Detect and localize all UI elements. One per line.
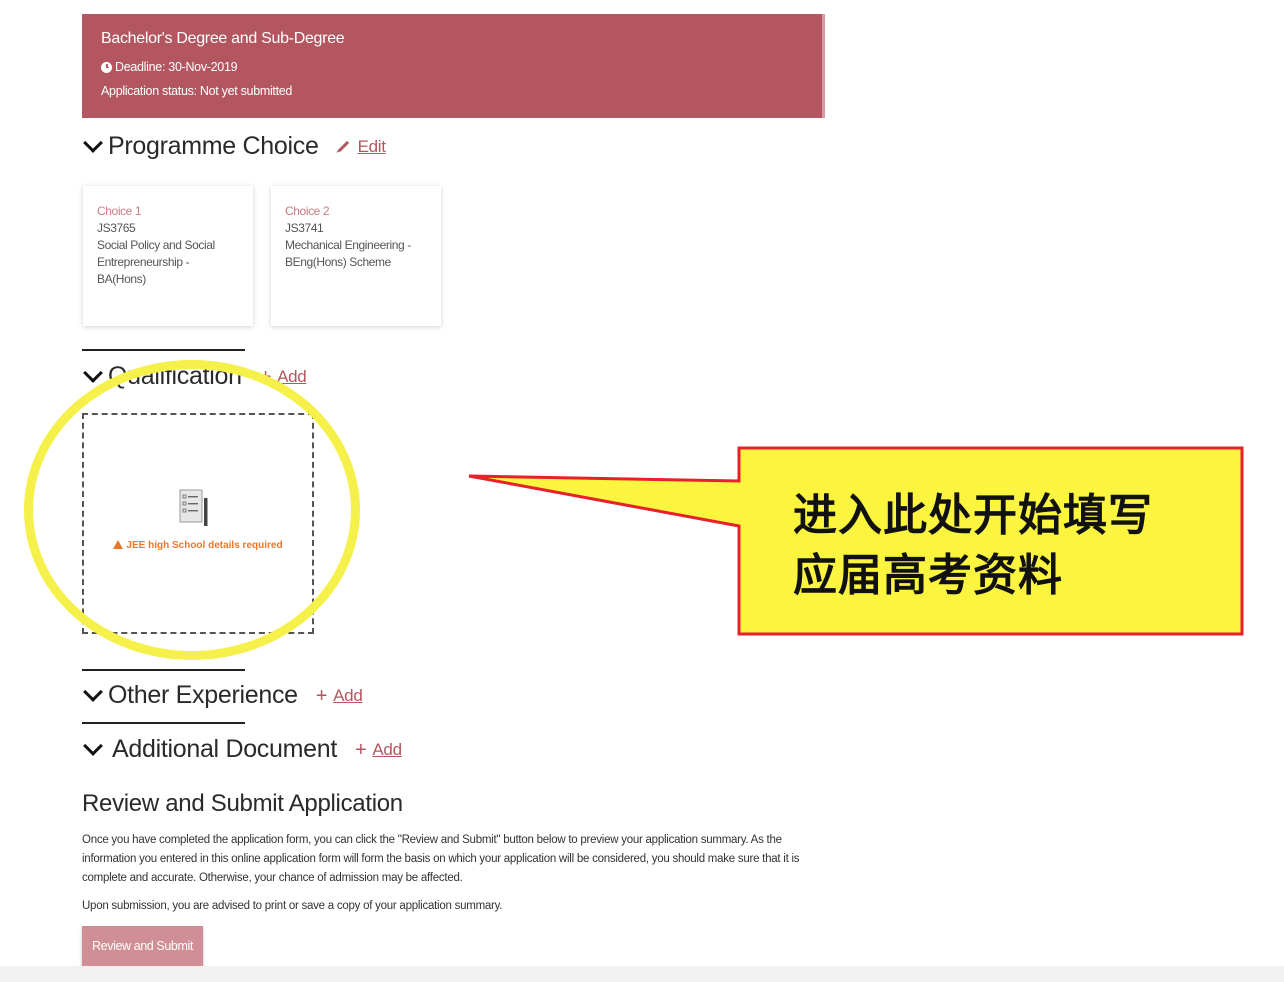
application-banner: Bachelor's Degree and Sub-Degree Deadlin… (82, 14, 825, 118)
pencil-icon (337, 140, 349, 153)
add-label: Add (372, 739, 402, 759)
review-title: Review and Submit Application (82, 790, 403, 817)
deadline-row: Deadline: 30-Nov-2019 (101, 60, 822, 74)
additional-document-add-link[interactable]: + Add (355, 740, 402, 760)
qualification-header: Qualification + Add (82, 362, 307, 391)
qualification-warning: JEE high School details required (84, 540, 312, 552)
warning-text: JEE high School details required (126, 540, 283, 551)
deadline-text: Deadline: 30-Nov-2019 (115, 60, 238, 74)
plus-icon: + (259, 365, 272, 388)
choice-name: Social Policy and Social Entrepreneurshi… (97, 238, 215, 286)
other-experience-header: Other Experience + Add (82, 681, 363, 710)
page-bottom-strip (0, 966, 1284, 982)
callout-line-1: 进入此处开始填写 (793, 490, 1153, 541)
choice-name: Mechanical Engineering - BEng(Hons) Sche… (285, 238, 411, 269)
review-instructions: Once you have completed the application … (82, 834, 800, 884)
additional-document-header: Additional Document + Add (82, 735, 402, 764)
section-divider (82, 349, 245, 351)
edit-label: Edit (357, 136, 386, 156)
programme-choice-header: Programme Choice Edit (82, 132, 386, 161)
chevron-down-icon[interactable] (83, 735, 103, 756)
banner-title: Bachelor's Degree and Sub-Degree (101, 30, 345, 47)
chevron-down-icon[interactable] (83, 681, 103, 702)
choice-label: Choice 1 (97, 204, 142, 218)
chevron-down-icon[interactable] (83, 362, 103, 383)
programme-choice-title: Programme Choice (108, 132, 319, 160)
add-label: Add (333, 685, 363, 705)
choice-code: JS3765 (97, 221, 136, 235)
qualification-add-link[interactable]: + Add (260, 367, 307, 387)
additional-document-title: Additional Document (112, 735, 337, 763)
programme-edit-link[interactable]: Edit (337, 137, 386, 157)
clock-icon (101, 61, 112, 73)
other-experience-title: Other Experience (108, 681, 298, 709)
section-divider (82, 669, 245, 671)
programme-choice-card-2[interactable]: Choice 2 JS3741 Mechanical Engineering -… (271, 186, 441, 326)
plus-icon: + (355, 738, 367, 761)
chevron-down-icon[interactable] (83, 132, 103, 153)
callout-annotation: 进入此处开始填写 应届高考资料 (793, 486, 1213, 606)
callout-line-2: 应届高考资料 (793, 550, 1063, 601)
qualification-title: Qualification (108, 362, 242, 390)
review-submit-button[interactable]: Review and Submit (82, 926, 203, 966)
add-label: Add (277, 366, 307, 386)
programme-choice-card-1[interactable]: Choice 1 JS3765 Social Policy and Social… (83, 186, 253, 326)
application-status: Application status: Not yet submitted (101, 84, 293, 98)
choice-label: Choice 2 (285, 204, 330, 218)
warning-icon (113, 540, 124, 549)
plus-icon: + (315, 684, 328, 707)
choice-code: JS3741 (285, 221, 324, 235)
review-note: Upon submission, you are advised to prin… (82, 900, 503, 912)
document-icon (179, 489, 208, 526)
other-experience-add-link[interactable]: + Add (316, 686, 363, 706)
section-divider (82, 722, 245, 724)
qualification-dropzone[interactable]: JEE high School details required (82, 413, 314, 634)
